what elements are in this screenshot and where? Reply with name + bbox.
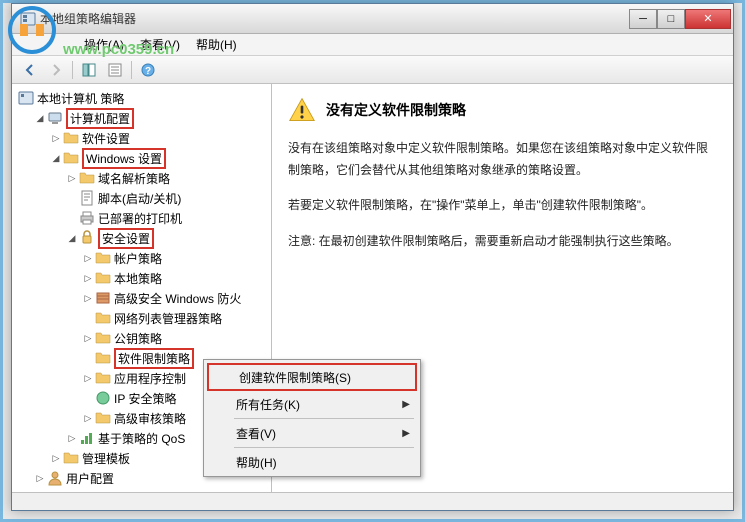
close-button[interactable]: ✕	[685, 9, 731, 29]
separator	[72, 61, 73, 79]
tree-software-settings[interactable]: ▷软件设置	[48, 128, 269, 148]
user-icon	[47, 470, 63, 486]
policy-icon	[18, 90, 34, 106]
content-header: 没有定义软件限制策略	[288, 96, 717, 124]
tree-windows-settings[interactable]: ◢ Windows 设置	[48, 148, 269, 168]
firewall-icon	[95, 290, 111, 306]
context-menu: 创建软件限制策略(S) 所有任务(K)▶ 查看(V)▶ 帮助(H)	[203, 359, 421, 477]
folder-icon	[79, 170, 95, 186]
expand-icon[interactable]: ▷	[82, 292, 94, 304]
ipsec-icon	[95, 390, 111, 406]
tree-deployed-printers[interactable]: 已部署的打印机	[64, 208, 269, 228]
tree-security-settings[interactable]: ◢ 安全设置	[64, 228, 269, 248]
expand-icon[interactable]: ▷	[50, 132, 62, 144]
menu-view[interactable]: 查看(V)	[132, 34, 188, 55]
menu-help[interactable]: 帮助(H)	[188, 34, 245, 55]
expand-icon[interactable]: ▷	[82, 412, 94, 424]
back-button[interactable]	[18, 59, 42, 81]
separator	[234, 418, 414, 419]
folder-icon	[95, 310, 111, 326]
folder-icon	[95, 330, 111, 346]
window-title: 本地组策略编辑器	[40, 10, 629, 27]
tree-scripts[interactable]: 脚本(启动/关机)	[64, 188, 269, 208]
maximize-button[interactable]: □	[657, 9, 685, 29]
collapse-icon[interactable]: ◢	[50, 152, 62, 164]
expand-icon[interactable]: ▷	[66, 432, 78, 444]
expand-icon[interactable]: ▷	[82, 252, 94, 264]
tree-advanced-firewall[interactable]: ▷高级安全 Windows 防火	[80, 288, 269, 308]
folder-icon	[63, 130, 79, 146]
content-paragraph-1: 没有在该组策略对象中定义软件限制策略。如果您在该组策略对象中定义软件限制策略，它…	[288, 138, 717, 181]
qos-icon	[79, 430, 95, 446]
tree-network-list[interactable]: 网络列表管理器策略	[80, 308, 269, 328]
ctx-help[interactable]: 帮助(H)	[206, 450, 418, 474]
expand-icon[interactable]: ▷	[82, 332, 94, 344]
warning-icon	[288, 96, 316, 124]
toolbar: ?	[12, 56, 733, 84]
content-paragraph-2: 若要定义软件限制策略，在"操作"菜单上，单击"创建软件限制策略"。	[288, 195, 717, 217]
folder-icon	[95, 350, 111, 366]
ctx-view[interactable]: 查看(V)▶	[206, 421, 418, 445]
expand-icon[interactable]: ▷	[34, 472, 46, 484]
folder-icon	[63, 150, 79, 166]
tree-public-key[interactable]: ▷公钥策略	[80, 328, 269, 348]
tree-computer-config[interactable]: ◢ 计算机配置	[32, 108, 269, 128]
menu-action[interactable]: 操作(A)	[76, 34, 132, 55]
collapse-icon[interactable]: ◢	[66, 232, 78, 244]
ctx-create-policy[interactable]: 创建软件限制策略(S)	[209, 365, 415, 389]
computer-icon	[47, 110, 63, 126]
minimize-button[interactable]: ─	[629, 9, 657, 29]
script-icon	[79, 190, 95, 206]
separator	[234, 447, 414, 448]
tree-account-policy[interactable]: ▷帐户策略	[80, 248, 269, 268]
svg-text:?: ?	[145, 66, 151, 77]
collapse-icon[interactable]: ◢	[34, 112, 46, 124]
content-paragraph-3: 注意: 在最初创建软件限制策略后，需要重新启动才能强制执行这些策略。	[288, 231, 717, 253]
security-icon	[79, 230, 95, 246]
folder-icon	[95, 410, 111, 426]
app-icon	[20, 11, 36, 27]
folder-icon	[95, 370, 111, 386]
submenu-arrow-icon: ▶	[402, 428, 410, 439]
submenu-arrow-icon: ▶	[402, 399, 410, 410]
printer-icon	[79, 210, 95, 226]
menubar: 操作(A) 查看(V) 帮助(H)	[12, 34, 733, 56]
forward-button[interactable]	[44, 59, 68, 81]
show-hide-tree-button[interactable]	[77, 59, 101, 81]
properties-button[interactable]	[103, 59, 127, 81]
statusbar	[12, 492, 733, 510]
window-controls: ─ □ ✕	[629, 9, 731, 29]
content-title: 没有定义软件限制策略	[326, 100, 466, 120]
tree-dns-policy[interactable]: ▷域名解析策略	[64, 168, 269, 188]
folder-icon	[95, 270, 111, 286]
expand-icon[interactable]: ▷	[50, 452, 62, 464]
titlebar[interactable]: 本地组策略编辑器 ─ □ ✕	[12, 4, 733, 34]
folder-icon	[95, 250, 111, 266]
tree-root[interactable]: 本地计算机 策略	[16, 88, 269, 108]
expand-icon[interactable]: ▷	[82, 372, 94, 384]
help-button[interactable]: ?	[136, 59, 160, 81]
expand-icon[interactable]: ▷	[66, 172, 78, 184]
expand-icon[interactable]: ▷	[82, 272, 94, 284]
folder-icon	[63, 450, 79, 466]
separator	[131, 61, 132, 79]
ctx-all-tasks[interactable]: 所有任务(K)▶	[206, 392, 418, 416]
tree-local-policy[interactable]: ▷本地策略	[80, 268, 269, 288]
